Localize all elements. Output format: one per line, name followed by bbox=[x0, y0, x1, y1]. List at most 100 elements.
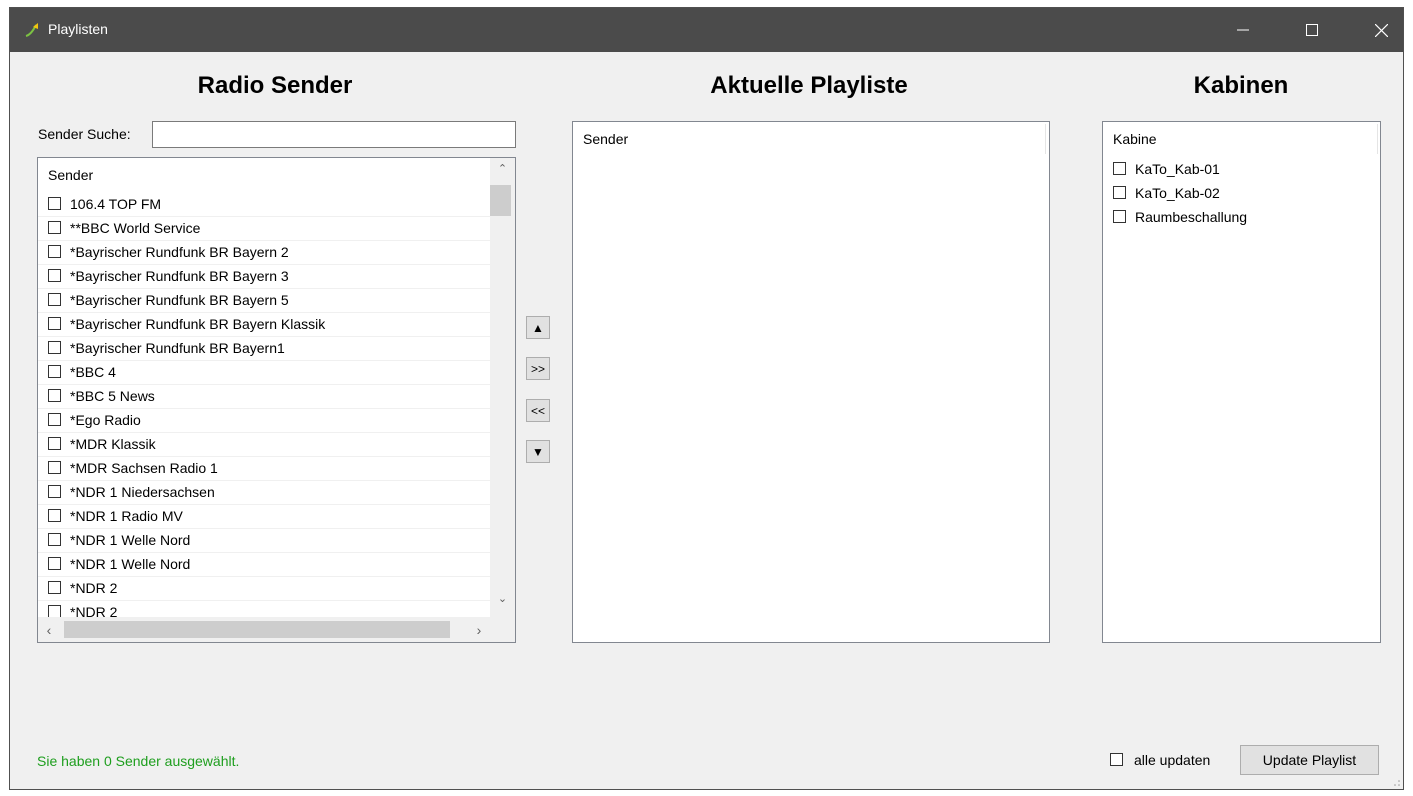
search-label: Sender Suche: bbox=[38, 126, 131, 142]
kabinen-list[interactable]: Kabine KaTo_Kab-01 KaTo_Kab-02 Raumbeschal… bbox=[1102, 121, 1381, 643]
sender-list[interactable]: Sender 106.4 TOP FM **BBC World Service *B… bbox=[37, 157, 516, 643]
add-to-playlist-button[interactable]: >> bbox=[526, 357, 550, 380]
close-icon bbox=[1374, 23, 1388, 37]
list-item[interactable]: *Bayrischer Rundfunk BR Bayern 5 bbox=[38, 289, 490, 313]
app-icon bbox=[25, 23, 38, 37]
kabine-name: KaTo_Kab-02 bbox=[1135, 185, 1220, 201]
list-item[interactable]: **BBC World Service bbox=[38, 217, 490, 241]
sender-checkbox[interactable] bbox=[48, 485, 61, 498]
sender-name: *NDR 2 bbox=[70, 580, 118, 596]
sender-checkbox[interactable] bbox=[48, 389, 61, 402]
playlist-heading: Aktuelle Playliste bbox=[710, 72, 908, 99]
sender-checkbox[interactable] bbox=[48, 557, 61, 570]
sender-name: *Ego Radio bbox=[70, 412, 141, 428]
sender-checkbox[interactable] bbox=[48, 341, 61, 354]
move-down-button[interactable]: ▼ bbox=[526, 440, 550, 463]
kabine-checkbox[interactable] bbox=[1113, 162, 1126, 175]
sender-name: *Bayrischer Rundfunk BR Bayern 2 bbox=[70, 244, 289, 260]
selection-status: Sie haben 0 Sender ausgewählt. bbox=[37, 753, 240, 769]
scroll-down-arrow-icon[interactable]: ⌄ bbox=[490, 594, 515, 605]
alle-updaten-checkbox[interactable] bbox=[1110, 753, 1123, 766]
list-item[interactable]: KaTo_Kab-02 bbox=[1103, 182, 1373, 206]
playlist-column-header[interactable]: Sender bbox=[573, 122, 1045, 156]
sender-checkbox[interactable] bbox=[48, 581, 61, 594]
sender-name: *NDR 1 Welle Nord bbox=[70, 532, 191, 548]
kabine-name: Raumbeschallung bbox=[1135, 209, 1248, 225]
list-item[interactable]: Raumbeschallung bbox=[1103, 206, 1373, 230]
sender-checkbox[interactable] bbox=[48, 293, 61, 306]
list-item[interactable]: *BBC 5 News bbox=[38, 385, 490, 409]
playlisten-window: Playlisten Radio Sender Aktuelle Playlis… bbox=[9, 7, 1404, 790]
sender-name: *Bayrischer Rundfunk BR Bayern 3 bbox=[70, 268, 289, 284]
scroll-up-arrow-icon[interactable]: ⌃ bbox=[490, 164, 515, 175]
sender-checkbox[interactable] bbox=[48, 413, 61, 426]
list-item[interactable]: *Bayrischer Rundfunk BR Bayern Klassik bbox=[38, 313, 490, 337]
sender-checkbox[interactable] bbox=[48, 533, 61, 546]
window-title: Playlisten bbox=[48, 21, 108, 37]
list-item[interactable]: *Bayrischer Rundfunk BR Bayern 2 bbox=[38, 241, 490, 265]
minimize-icon bbox=[1237, 29, 1249, 31]
kabine-checkbox[interactable] bbox=[1113, 186, 1126, 199]
sender-name: 106.4 TOP FM bbox=[70, 196, 162, 212]
scroll-right-arrow-icon[interactable]: › bbox=[472, 623, 486, 637]
list-item[interactable]: *Bayrischer Rundfunk BR Bayern 3 bbox=[38, 265, 490, 289]
sender-checkbox[interactable] bbox=[48, 317, 61, 330]
sender-name: **BBC World Service bbox=[70, 220, 201, 236]
sender-checkbox[interactable] bbox=[48, 509, 61, 522]
list-item[interactable]: *Bayrischer Rundfunk BR Bayern1 bbox=[38, 337, 490, 361]
list-item[interactable]: *NDR 2 bbox=[38, 577, 490, 601]
list-item[interactable]: *NDR 1 Radio MV bbox=[38, 505, 490, 529]
sender-checkbox[interactable] bbox=[48, 269, 61, 282]
sender-checkbox[interactable] bbox=[48, 365, 61, 378]
vertical-scroll-thumb[interactable] bbox=[490, 185, 511, 216]
list-item[interactable]: *NDR 1 Welle Nord bbox=[38, 553, 490, 577]
column-separator bbox=[1377, 124, 1378, 154]
sender-name: *MDR Sachsen Radio 1 bbox=[70, 460, 218, 476]
list-item[interactable]: *NDR 1 Welle Nord bbox=[38, 529, 490, 553]
sender-name: *BBC 5 News bbox=[70, 388, 155, 404]
horizontal-scroll-thumb[interactable] bbox=[64, 621, 450, 638]
kabine-checkbox[interactable] bbox=[1113, 210, 1126, 223]
sender-checkbox[interactable] bbox=[48, 437, 61, 450]
sender-vertical-scrollbar[interactable]: ⌃ ⌄ bbox=[490, 158, 515, 617]
minimize-button[interactable] bbox=[1220, 8, 1266, 52]
sender-name: *BBC 4 bbox=[70, 364, 116, 380]
list-item[interactable]: *BBC 4 bbox=[38, 361, 490, 385]
title-bar[interactable]: Playlisten bbox=[10, 8, 1403, 52]
sender-checkbox[interactable] bbox=[48, 197, 61, 210]
list-item[interactable]: *Ego Radio bbox=[38, 409, 490, 433]
sender-checkbox[interactable] bbox=[48, 245, 61, 258]
sender-name: *Bayrischer Rundfunk BR Bayern Klassik bbox=[70, 316, 326, 332]
sender-column-header[interactable]: Sender bbox=[38, 158, 490, 192]
sender-name: *Bayrischer Rundfunk BR Bayern1 bbox=[70, 340, 285, 356]
list-item[interactable]: *NDR 1 Niedersachsen bbox=[38, 481, 490, 505]
close-button[interactable] bbox=[1358, 8, 1403, 52]
list-item[interactable]: *MDR Sachsen Radio 1 bbox=[38, 457, 490, 481]
sender-name: *Bayrischer Rundfunk BR Bayern 5 bbox=[70, 292, 289, 308]
radio-sender-heading: Radio Sender bbox=[197, 72, 353, 99]
maximize-icon bbox=[1306, 24, 1318, 36]
move-up-button[interactable]: ▲ bbox=[526, 316, 550, 339]
remove-from-playlist-button[interactable]: << bbox=[526, 399, 550, 422]
sender-name: *NDR 1 Radio MV bbox=[70, 508, 183, 524]
list-item[interactable]: 106.4 TOP FM bbox=[38, 193, 490, 217]
kabine-name: KaTo_Kab-01 bbox=[1135, 161, 1220, 177]
list-item[interactable]: KaTo_Kab-01 bbox=[1103, 158, 1373, 182]
column-separator bbox=[1045, 124, 1046, 154]
playlist-list[interactable]: Sender bbox=[572, 121, 1050, 643]
list-item[interactable]: *MDR Klassik bbox=[38, 433, 490, 457]
maximize-button[interactable] bbox=[1289, 8, 1335, 52]
resize-grip-icon[interactable] bbox=[1391, 777, 1401, 787]
kabine-column-header[interactable]: Kabine bbox=[1103, 122, 1375, 156]
alle-updaten-label[interactable]: alle updaten bbox=[1134, 752, 1210, 768]
search-input[interactable] bbox=[152, 121, 516, 148]
scroll-left-arrow-icon[interactable]: ‹ bbox=[42, 623, 56, 637]
sender-horizontal-scrollbar[interactable]: ‹ › bbox=[38, 617, 515, 642]
sender-checkbox[interactable] bbox=[48, 221, 61, 234]
sender-checkbox[interactable] bbox=[48, 461, 61, 474]
kabinen-heading: Kabinen bbox=[1193, 72, 1289, 99]
sender-name: *NDR 1 Niedersachsen bbox=[70, 484, 215, 500]
sender-name: *NDR 1 Welle Nord bbox=[70, 556, 191, 572]
sender-name: *MDR Klassik bbox=[70, 436, 156, 452]
update-playlist-button[interactable]: Update Playlist bbox=[1240, 745, 1379, 775]
